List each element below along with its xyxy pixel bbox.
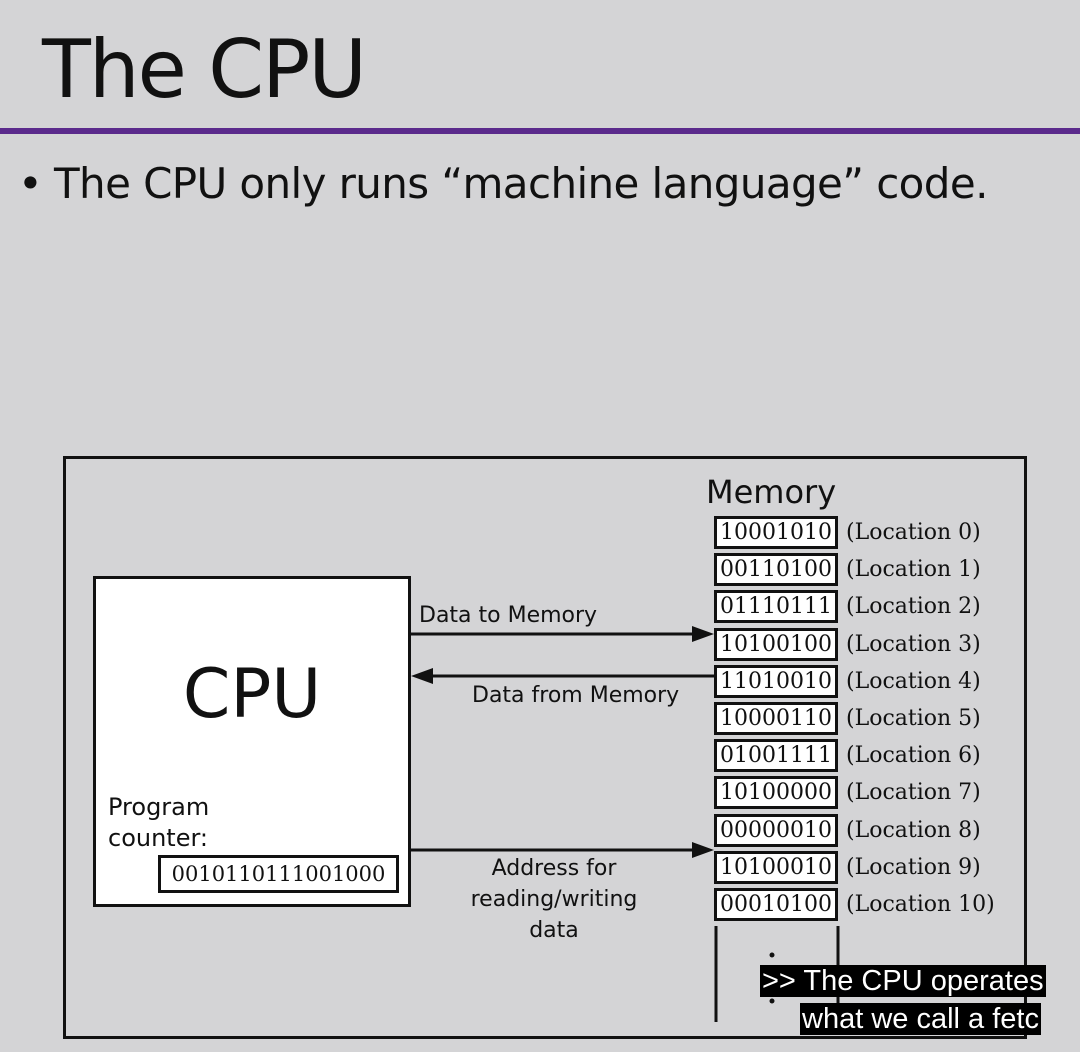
- label-data-to-memory: Data to Memory: [419, 603, 598, 628]
- caption-line-1: >> The CPU operates: [760, 965, 1046, 997]
- label-address: Address for reading/writing data: [470, 856, 638, 943]
- arrowhead-to-memory: [692, 626, 714, 642]
- ellipsis-dot: [769, 952, 775, 958]
- closed-caption: >> The CPU operates what we call a fetc: [760, 962, 1080, 1038]
- arrowhead-from-memory: [411, 668, 433, 684]
- label-data-from-memory: Data from Memory: [472, 683, 680, 708]
- caption-line-2: what we call a fetc: [800, 1003, 1041, 1035]
- arrowhead-address: [692, 842, 714, 858]
